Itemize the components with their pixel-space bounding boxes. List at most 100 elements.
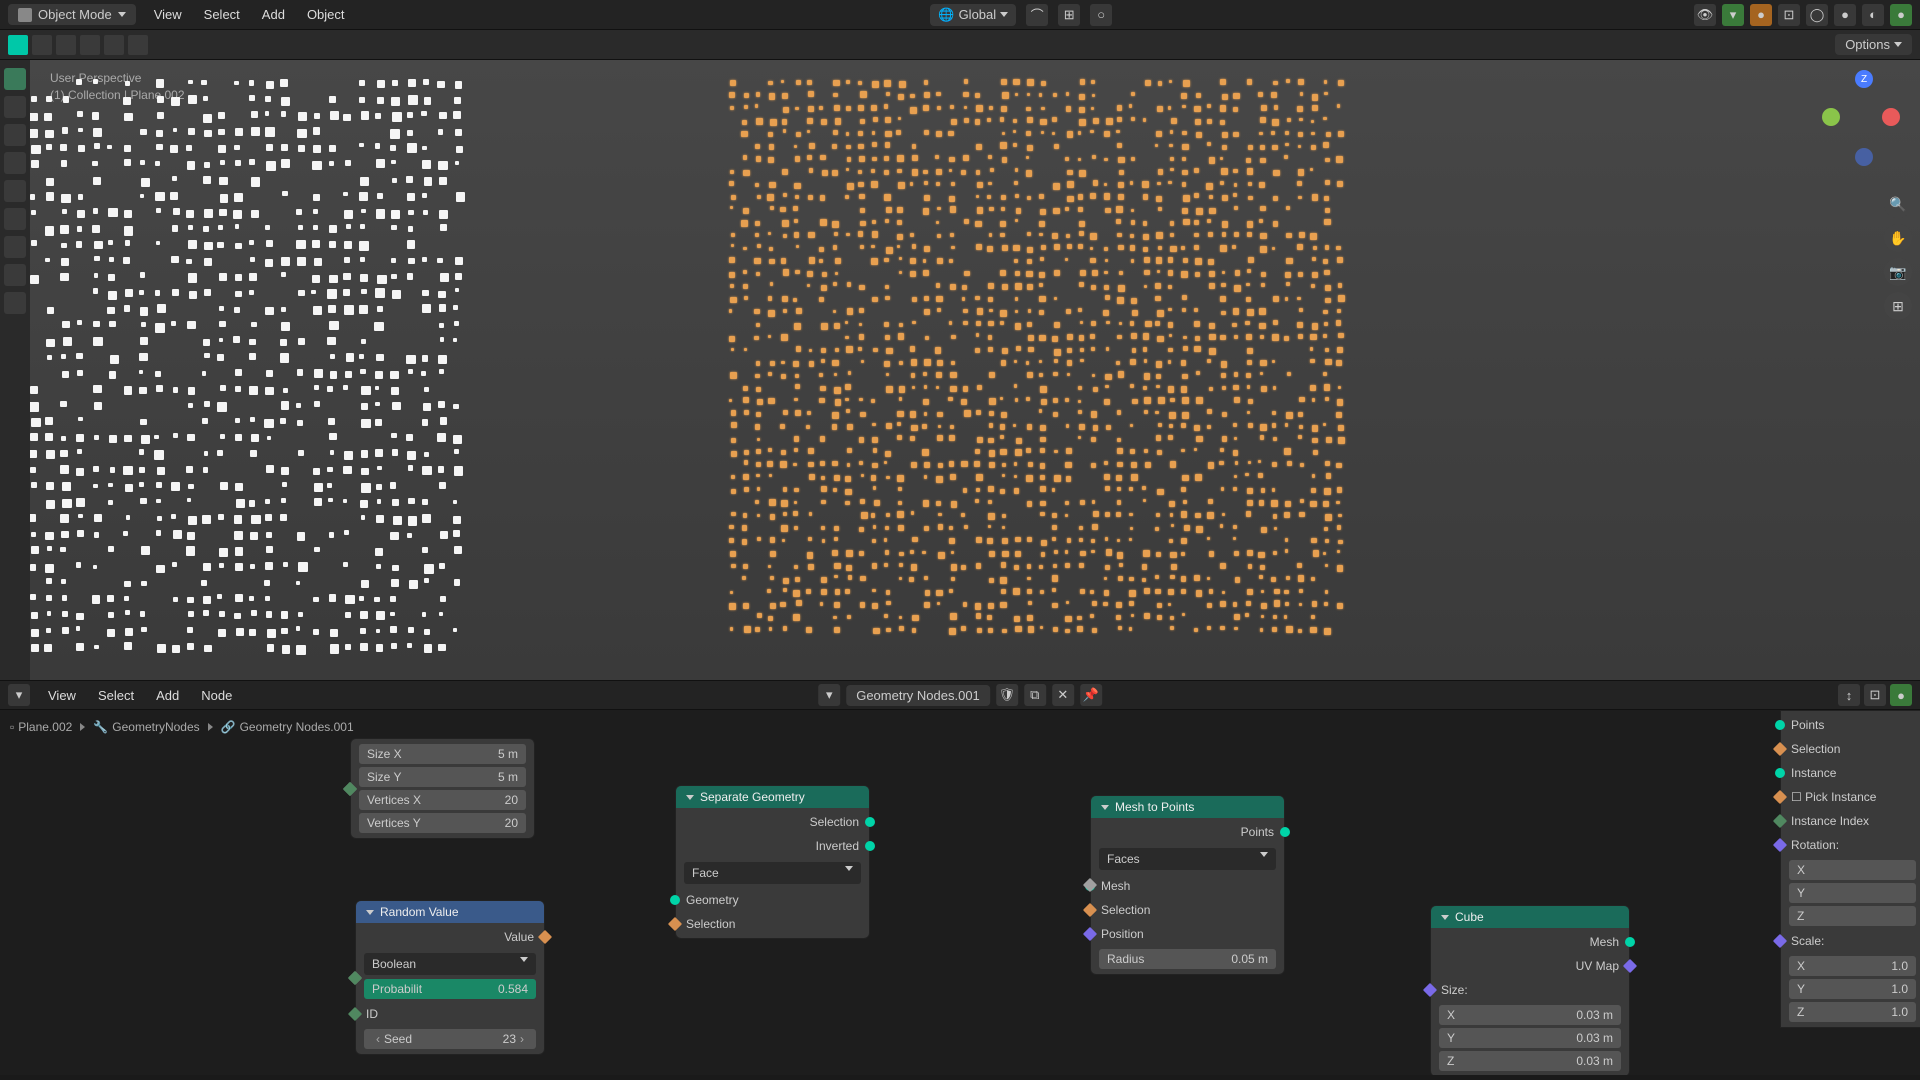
xray-btn[interactable]: ⊡ — [1778, 4, 1800, 26]
option-btn-2[interactable] — [56, 35, 76, 55]
viewport-3d[interactable]: User Perspective (1) Collection | Plane.… — [30, 60, 1920, 680]
node-title[interactable]: Cube — [1431, 906, 1629, 928]
gizmo-axis-x[interactable] — [1882, 108, 1900, 126]
tool-select[interactable] — [4, 68, 26, 90]
editor-type-btn[interactable]: ▾ — [8, 684, 30, 706]
overlay-btn[interactable]: ● — [1750, 4, 1772, 26]
perspective-btn[interactable]: ⊞ — [1884, 292, 1912, 320]
shading-solid-btn[interactable]: ● — [1834, 4, 1856, 26]
duplicate-tree-btn[interactable]: ⧉ — [1024, 684, 1046, 706]
option-btn-4[interactable] — [104, 35, 124, 55]
node-menu-add[interactable]: Add — [152, 686, 183, 705]
shading-render-btn[interactable]: ● — [1890, 4, 1912, 26]
node-title[interactable]: Separate Geometry — [676, 786, 869, 808]
object-mode-icon — [18, 8, 32, 22]
node-separate-geometry[interactable]: Separate Geometry Selection Inverted Fac… — [675, 785, 870, 939]
grid-verts-y[interactable]: Vertices Y20 — [359, 813, 526, 833]
mode-selector[interactable]: Object Mode — [8, 4, 136, 25]
select-mode-btn[interactable] — [8, 35, 28, 55]
iop-rot-z[interactable]: Z — [1789, 906, 1916, 926]
node-tree-name[interactable]: Geometry Nodes.001 — [846, 685, 990, 706]
options-dropdown[interactable]: Options — [1835, 34, 1912, 55]
breadcrumb-tree[interactable]: 🔗 Geometry Nodes.001 — [221, 720, 354, 734]
node-opt-1[interactable]: ↕ — [1838, 684, 1860, 706]
random-seed[interactable]: ‹ Seed 23 › — [364, 1029, 536, 1049]
grid-size-x[interactable]: Size X5 m — [359, 744, 526, 764]
pin-btn[interactable]: 📌 — [1080, 684, 1102, 706]
node-instance-on-points[interactable]: Points Selection Instance ☐ Pick Instanc… — [1780, 710, 1920, 1028]
visibility-btn[interactable]: 👁 — [1694, 4, 1716, 26]
seed-decrement[interactable]: ‹ — [372, 1032, 384, 1046]
menu-select[interactable]: Select — [200, 5, 244, 24]
menu-view[interactable]: View — [150, 5, 186, 24]
camera-btn[interactable]: 📷 — [1884, 258, 1912, 286]
node-grid[interactable]: Size X5 m Size Y5 m Vertices X20 Vertice… — [350, 738, 535, 839]
grid-size-y[interactable]: Size Y5 m — [359, 767, 526, 787]
chevron-down-icon — [118, 12, 126, 17]
node-title[interactable]: Random Value — [356, 901, 544, 923]
node-opt-2[interactable]: ⊡ — [1864, 684, 1886, 706]
gizmo-axis-y[interactable] — [1822, 108, 1840, 126]
fake-user-btn[interactable]: 🛡 — [996, 684, 1018, 706]
snap-btn[interactable]: ⌒ — [1026, 4, 1048, 26]
node-cube[interactable]: Cube Mesh UV Map Size: X0.03 m Y0.03 m — [1430, 905, 1630, 1075]
option-btn-5[interactable] — [128, 35, 148, 55]
random-probability[interactable]: Probabilit0.584 — [364, 979, 536, 999]
tool-cursor[interactable] — [4, 96, 26, 118]
browse-tree-btn[interactable]: ▾ — [818, 684, 840, 706]
option-btn-3[interactable] — [80, 35, 100, 55]
seed-increment[interactable]: › — [516, 1032, 528, 1046]
tool-annotate[interactable] — [4, 236, 26, 258]
mtp-radius[interactable]: Radius0.05 m — [1099, 949, 1276, 969]
iop-scale-x[interactable]: X1.0 — [1789, 956, 1916, 976]
node-title[interactable]: Mesh to Points — [1091, 796, 1284, 818]
iop-rot-x[interactable]: X — [1789, 860, 1916, 880]
random-type-dropdown[interactable]: Boolean — [364, 953, 536, 975]
orientation-selector[interactable]: 🌐 Global — [930, 4, 1016, 26]
tool-move[interactable] — [4, 124, 26, 146]
tool-add-cube[interactable] — [4, 292, 26, 314]
menu-add[interactable]: Add — [258, 5, 289, 24]
breadcrumb-modifier[interactable]: 🔧 GeometryNodes — [93, 720, 199, 734]
sep-domain-dropdown[interactable]: Face — [684, 862, 861, 884]
gizmo-axis-z[interactable]: Z — [1855, 70, 1873, 88]
iop-scale-y[interactable]: Y1.0 — [1789, 979, 1916, 999]
navigation-gizmo[interactable]: Z — [1810, 70, 1910, 170]
cube-size-y[interactable]: Y0.03 m — [1439, 1028, 1621, 1048]
grid-verts-x[interactable]: Vertices X20 — [359, 790, 526, 810]
snap-options-btn[interactable]: ⊞ — [1058, 4, 1080, 26]
iop-scale-z[interactable]: Z1.0 — [1789, 1002, 1916, 1022]
breadcrumb-object[interactable]: ▫ Plane.002 — [10, 720, 72, 734]
iop-pick-instance[interactable]: ☐ Pick Instance — [1781, 785, 1920, 809]
tool-rotate[interactable] — [4, 152, 26, 174]
node-menu-select[interactable]: Select — [94, 686, 138, 705]
node-editor[interactable]: ▫ Plane.002 🔧 GeometryNodes 🔗 Geometry N… — [0, 710, 1920, 1075]
node-menu-view[interactable]: View — [44, 686, 80, 705]
random-id-input[interactable]: ID — [356, 1002, 544, 1026]
iop-selection-in: Selection — [1781, 737, 1920, 761]
tool-transform[interactable] — [4, 208, 26, 230]
mtp-mode-dropdown[interactable]: Faces — [1099, 848, 1276, 870]
shading-wireframe-btn[interactable]: ◯ — [1806, 4, 1828, 26]
node-random-value[interactable]: Random Value Value Boolean Probabilit0.5… — [355, 900, 545, 1055]
random-value-out: Value — [356, 925, 544, 949]
unlink-tree-btn[interactable]: ✕ — [1052, 684, 1074, 706]
node-mesh-to-points[interactable]: Mesh to Points Points Faces Mesh Selecti… — [1090, 795, 1285, 975]
node-menu-node[interactable]: Node — [197, 686, 236, 705]
tool-scale[interactable] — [4, 180, 26, 202]
cube-size-x[interactable]: X0.03 m — [1439, 1005, 1621, 1025]
menu-object[interactable]: Object — [303, 5, 349, 24]
chevron-right-icon — [208, 723, 213, 731]
zoom-btn[interactable]: 🔍 — [1884, 190, 1912, 218]
node-opt-3[interactable]: ● — [1890, 684, 1912, 706]
option-btn-1[interactable] — [32, 35, 52, 55]
pan-btn[interactable]: ✋ — [1884, 224, 1912, 252]
cube-size-z[interactable]: Z0.03 m — [1439, 1051, 1621, 1071]
tool-measure[interactable] — [4, 264, 26, 286]
shading-material-btn[interactable]: ◐ — [1862, 4, 1884, 26]
gizmo-axis-neg[interactable] — [1855, 148, 1873, 166]
proportional-btn[interactable]: ○ — [1090, 4, 1112, 26]
gizmo-btn[interactable]: ▾ — [1722, 4, 1744, 26]
iop-rot-y[interactable]: Y — [1789, 883, 1916, 903]
node-breadcrumb: ▫ Plane.002 🔧 GeometryNodes 🔗 Geometry N… — [10, 720, 354, 734]
